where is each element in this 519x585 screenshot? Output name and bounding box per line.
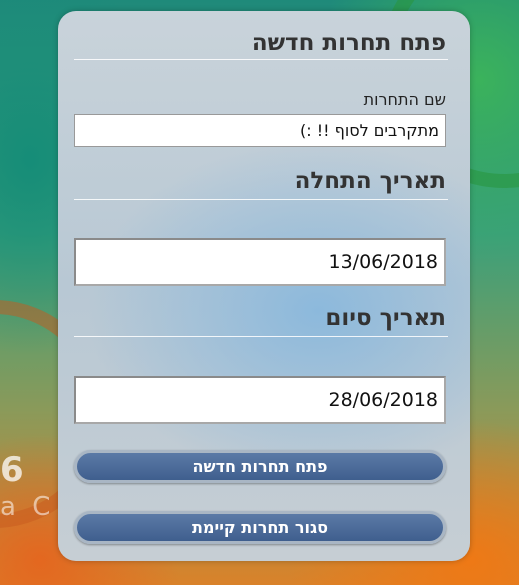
start-date-input[interactable]: [74, 238, 446, 286]
background-number: 6: [0, 450, 24, 490]
competition-name-input[interactable]: [74, 114, 446, 147]
start-date-divider: [74, 199, 448, 200]
competition-name-label: שם התחרות: [363, 90, 446, 109]
panel-title: פתח תחרות חדשה: [251, 30, 446, 56]
title-divider: [74, 59, 448, 60]
page-background: 6 a C פתח תחרות חדשה שם התחרות תאריך התח…: [0, 0, 519, 585]
end-date-divider: [74, 336, 448, 337]
end-date-heading: תאריך סיום: [325, 305, 446, 331]
open-competition-button[interactable]: פתח תחרות חדשה: [74, 450, 446, 483]
new-competition-panel: פתח תחרות חדשה שם התחרות תאריך התחלה תאר…: [58, 11, 470, 561]
close-competition-button[interactable]: סגור תחרות קיימת: [74, 511, 446, 544]
start-date-heading: תאריך התחלה: [294, 168, 446, 194]
background-letters: a C: [0, 492, 55, 522]
end-date-input[interactable]: [74, 376, 446, 424]
